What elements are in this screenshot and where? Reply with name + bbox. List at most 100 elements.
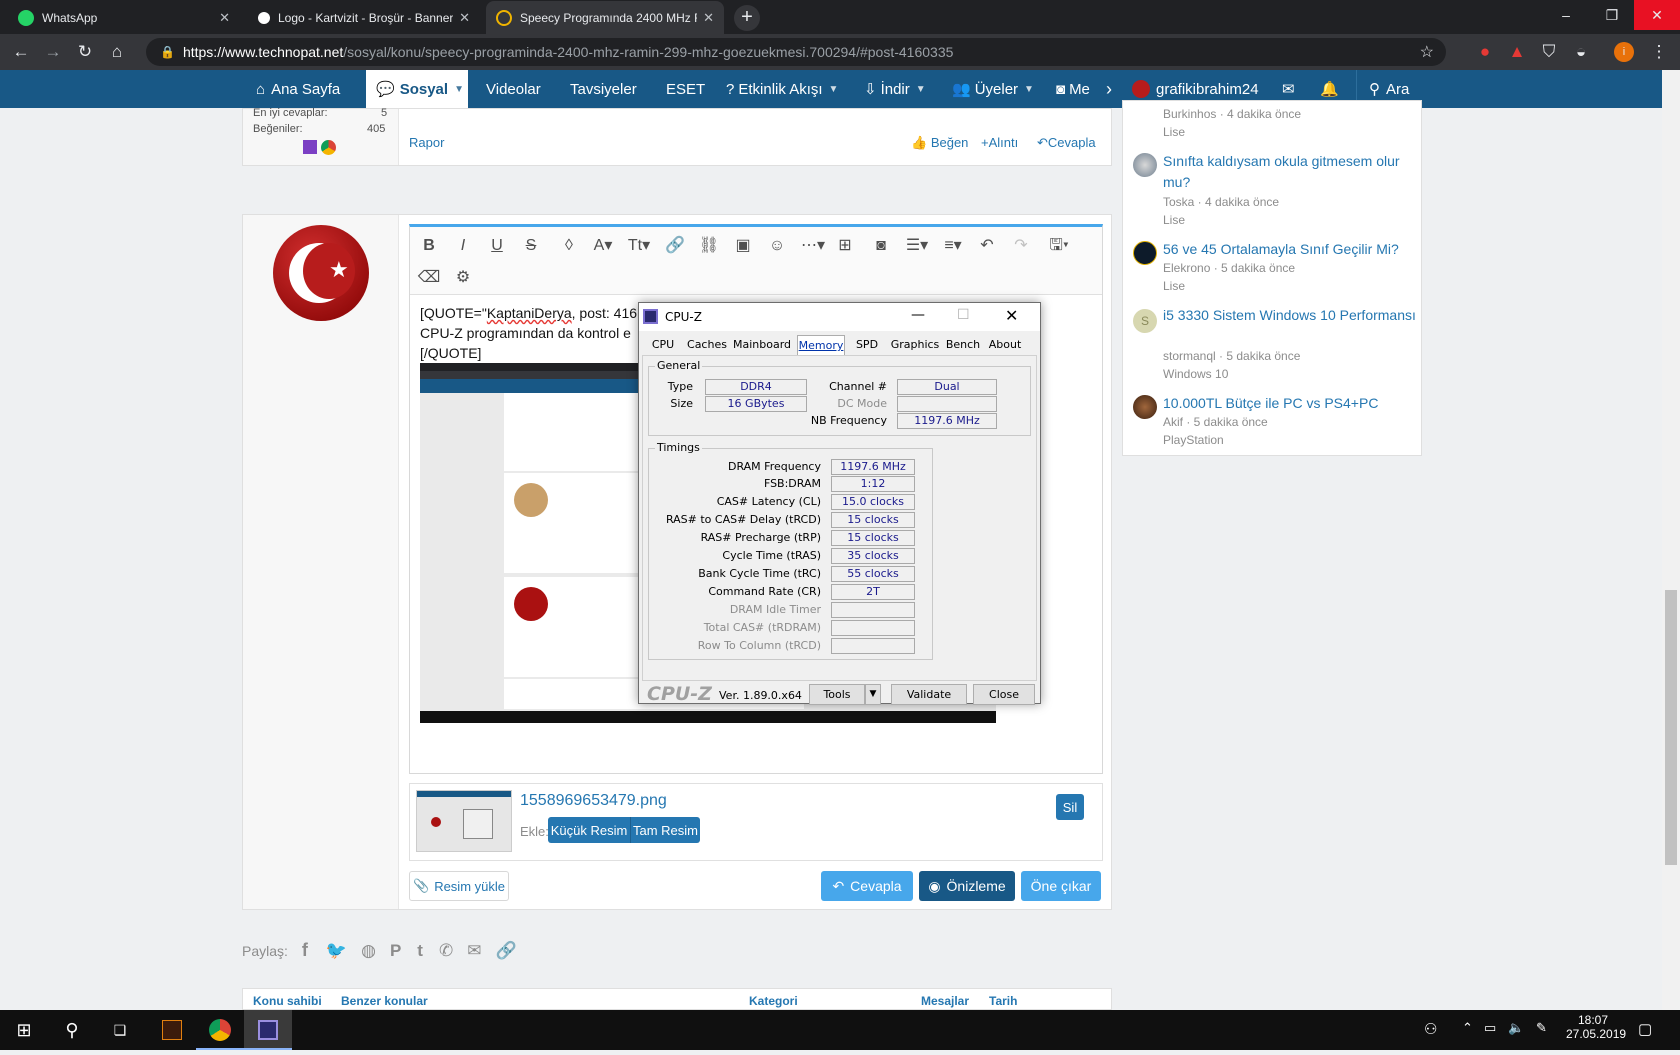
cpuz-window[interactable]: CPU-Z — ☐ ✕ CPU Caches Mainboard Memory … (638, 302, 1041, 705)
scrollbar-thumb[interactable] (1665, 590, 1677, 865)
close-tab-icon[interactable]: ✕ (703, 10, 714, 26)
cpuz-tab-caches[interactable]: Caches (685, 335, 729, 355)
close-button[interactable]: Close (973, 684, 1035, 705)
more-icon[interactable]: ⋯▾ (796, 233, 830, 259)
url-bar[interactable]: 🔒 https://www.technopat.net/sosyal/konu/… (146, 38, 1446, 66)
tab-logo[interactable]: Logo - Kartvizit - Broşür - Banner ✕ (248, 1, 480, 34)
nav-videolar[interactable]: Videolar (486, 70, 541, 108)
extension-icon[interactable]: ● (1474, 41, 1496, 63)
redo-icon[interactable]: ↷ (1008, 233, 1034, 259)
table-icon[interactable]: ⊞ (832, 233, 858, 259)
pdf-icon[interactable]: ▲ (1506, 41, 1528, 63)
cpuz-titlebar[interactable]: CPU-Z — ☐ ✕ (639, 303, 1040, 331)
sidebar-item-title[interactable]: 56 ve 45 Ortalamayla Sınıf Geçilir Mi? (1163, 239, 1419, 260)
cpuz-tab-mainboard[interactable]: Mainboard (731, 335, 793, 355)
report-link[interactable]: Rapor (409, 135, 444, 150)
sidebar-item-forum[interactable]: PlayStation (1163, 433, 1224, 447)
close-window-button[interactable]: ✕ (1634, 0, 1680, 30)
link-icon[interactable]: 🔗 (495, 941, 516, 961)
people-icon[interactable]: ⚇ (1424, 1020, 1437, 1038)
sidebar-item-forum[interactable]: Windows 10 (1163, 367, 1228, 381)
page-scrollbar[interactable] (1662, 70, 1680, 1010)
sidebar-item-title[interactable]: Sınıfta kaldıysam okula gitmesem olur mu… (1163, 151, 1419, 193)
home-icon[interactable]: ⌂ (106, 41, 128, 63)
color-drop-icon[interactable]: ◊ (556, 233, 582, 259)
facebook-icon[interactable]: f (302, 940, 308, 961)
sidebar-item-forum[interactable]: Lise (1163, 125, 1185, 139)
twitter-icon[interactable]: 🐦 (326, 941, 347, 961)
save-draft-icon[interactable]: 🖫▾ (1042, 233, 1076, 259)
unlink-icon[interactable]: ⛓ (696, 233, 722, 259)
sidebar-item-title[interactable]: 10.000TL Bütçe ile PC vs PS4+PC (1163, 393, 1419, 414)
cpuz-tab-graphics[interactable]: Graphics (889, 335, 941, 355)
nav-eset[interactable]: ESET (666, 70, 705, 108)
search-icon[interactable]: ⚲ (48, 1010, 96, 1050)
list-icon[interactable]: ☰▾ (900, 233, 934, 259)
maximize-button[interactable]: ☐ (957, 307, 970, 323)
pinterest-icon[interactable]: P (390, 941, 401, 961)
clock[interactable]: 18:07 27.05.2019 (1566, 1013, 1626, 1041)
minimize-button[interactable]: — (911, 307, 925, 323)
promote-button[interactable]: Öne çıkar (1021, 871, 1101, 901)
nav-scroll-right-icon[interactable]: › (1106, 70, 1112, 108)
maximize-button[interactable]: ❐ (1589, 0, 1635, 30)
nav-tavsiyeler[interactable]: Tavsiyeler (570, 70, 637, 108)
underline-icon[interactable]: U (484, 233, 510, 259)
italic-icon[interactable]: I (450, 233, 476, 259)
nav-activity[interactable]: ? Etkinlik Akışı ▼ (726, 70, 838, 108)
chevron-down-icon[interactable]: ▼ (865, 684, 881, 705)
sidebar-item-forum[interactable]: Lise (1163, 279, 1185, 293)
tab-whatsapp[interactable]: WhatsApp ✕ (8, 1, 240, 34)
sidebar-item-title[interactable]: i5 3330 Sistem Windows 10 Performansı (1163, 305, 1419, 326)
font-size-icon[interactable]: Tt▾ (622, 233, 656, 259)
undo-icon[interactable]: ↶ (974, 233, 1000, 259)
new-tab-button[interactable]: + (734, 5, 760, 31)
whatsapp-icon[interactable]: ✆ (439, 941, 453, 961)
app-icon[interactable] (148, 1010, 196, 1050)
preview-button[interactable]: ◉ Önizleme (919, 871, 1015, 901)
insert-full-image-button[interactable]: Tam Resim (630, 817, 700, 843)
reply-link[interactable]: ↶Cevapla (1037, 135, 1096, 151)
tools-button[interactable]: Tools (809, 684, 865, 705)
nav-sosyal[interactable]: 💬 Sosyal ▼ (366, 70, 468, 108)
cpuz-taskbar-icon[interactable] (244, 1010, 292, 1050)
email-icon[interactable]: ✉ (467, 941, 481, 961)
cpuz-tab-cpu[interactable]: CPU (644, 335, 682, 355)
media-icon[interactable]: ◙ (868, 233, 894, 259)
strikethrough-icon[interactable]: S (518, 233, 544, 259)
editor-content[interactable]: [QUOTE="KaptaniDerya, post: 416 CPU-Z pr… (420, 303, 637, 363)
gear-icon[interactable]: ⚙ (450, 265, 476, 291)
network-icon[interactable]: ▭ (1484, 1020, 1496, 1036)
nav-media[interactable]: ◙ Me (1056, 70, 1094, 108)
quote-link[interactable]: +Alıntı (981, 135, 1018, 150)
bold-icon[interactable]: B (416, 233, 442, 259)
profile-avatar[interactable]: i (1614, 42, 1634, 62)
insert-thumbnail-button[interactable]: Küçük Resim (548, 817, 630, 843)
back-icon[interactable]: ← (10, 41, 32, 63)
menu-dots-icon[interactable]: ⋮ (1648, 41, 1670, 63)
chevron-down-icon[interactable]: ▼ (454, 84, 464, 95)
image-icon[interactable]: ▣ (730, 233, 756, 259)
attachment-filename-link[interactable]: 1558969653479.png (520, 792, 667, 810)
forward-icon[interactable]: → (42, 41, 64, 63)
volume-icon[interactable]: 🔈 (1508, 1020, 1524, 1036)
close-window-button[interactable]: ✕ (1005, 306, 1018, 325)
validate-button[interactable]: Validate (891, 684, 967, 705)
link-icon[interactable]: 🔗 (662, 233, 688, 259)
reload-icon[interactable]: ↻ (74, 41, 96, 63)
close-tab-icon[interactable]: ✕ (459, 10, 470, 26)
chrome-icon[interactable] (196, 1010, 244, 1050)
post-reply-button[interactable]: ↶ Cevapla (821, 871, 913, 901)
notification-icon[interactable]: ▢ (1638, 1020, 1652, 1038)
hat-icon[interactable]: ◒ (1570, 41, 1592, 63)
like-link[interactable]: 👍 Beğen (911, 135, 968, 151)
smiley-icon[interactable]: ☺ (764, 233, 790, 259)
nav-home[interactable]: ⌂ Ana Sayfa (256, 70, 340, 108)
start-icon[interactable]: ⊞ (0, 1010, 48, 1050)
reddit-icon[interactable]: ◍ (361, 941, 376, 961)
nav-download[interactable]: ⇩ İndir ▼ (864, 70, 926, 108)
minimize-button[interactable]: – (1543, 0, 1589, 30)
cpuz-tab-about[interactable]: About (985, 335, 1025, 355)
cpuz-tab-memory[interactable]: Memory (797, 335, 845, 355)
star-icon[interactable]: ☆ (1420, 42, 1434, 62)
